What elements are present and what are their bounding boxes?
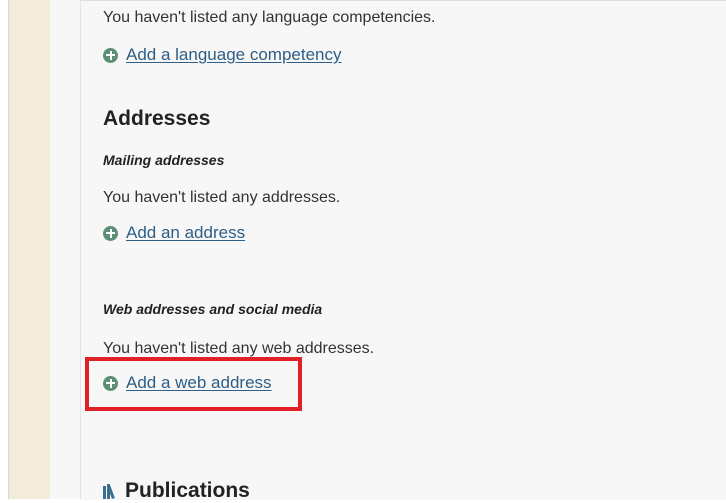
publications-heading: Publications [125,479,250,502]
mailing-addresses-heading: Mailing addresses [103,152,225,168]
add-language-link[interactable]: Add a language competency [103,45,342,65]
publications-heading-row: Publications [103,479,250,503]
web-addresses-heading: Web addresses and social media [103,301,323,317]
plus-circle-icon [103,225,118,241]
sidebar-strip [9,0,50,499]
add-language-label: Add a language competency [126,45,342,64]
mailing-empty-text: You haven't listed any addresses. [103,189,341,206]
add-address-link[interactable]: Add an address [103,223,245,243]
language-empty-text: You haven't listed any language competen… [103,9,436,26]
plus-circle-icon [103,47,118,63]
profile-content: You haven't listed any language competen… [81,0,726,503]
books-icon [103,483,119,499]
addresses-heading: Addresses [103,107,211,130]
highlight-box [85,357,302,411]
add-address-label: Add an address [126,223,246,242]
window-edge [0,0,9,499]
web-empty-text: You haven't listed any web addresses. [103,340,375,357]
content-gutter [50,0,81,499]
